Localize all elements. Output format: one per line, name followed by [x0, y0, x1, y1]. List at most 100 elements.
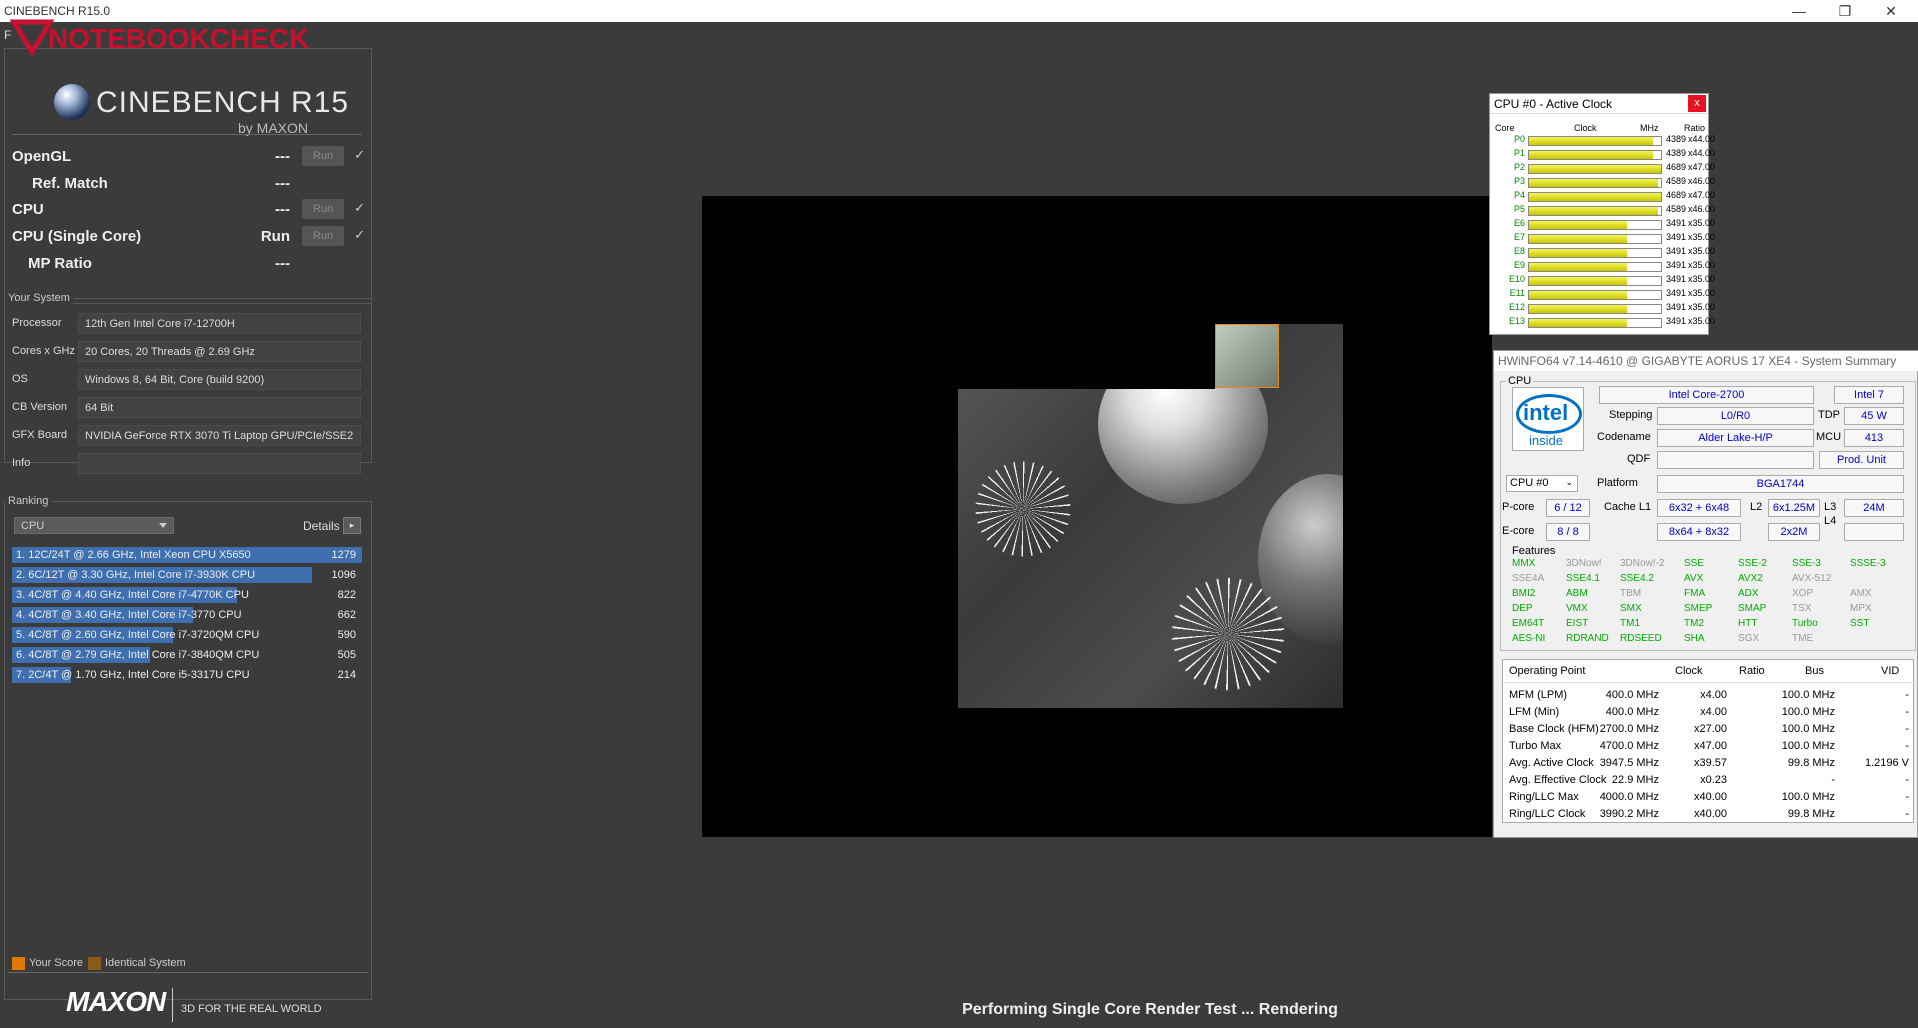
sys-value: 20 Cores, 20 Threads @ 2.69 GHz — [78, 341, 361, 362]
details-label[interactable]: Details — [303, 519, 340, 533]
feature-flag: SSE4.2 — [1620, 573, 1654, 584]
op-header-bus: Bus — [1805, 665, 1824, 677]
divider — [12, 134, 362, 135]
codename-field: Alder Lake-H/P — [1657, 429, 1814, 447]
op-bus: 100.0 MHz — [1781, 723, 1835, 735]
op-ratio: x0.23 — [1700, 774, 1727, 786]
run-cpu-single-button[interactable]: Run — [302, 226, 344, 246]
op-bus: 100.0 MHz — [1781, 791, 1835, 803]
op-clock: 3990.2 MHz — [1599, 808, 1659, 820]
clock-bar-fill — [1529, 165, 1661, 173]
stepping-field: L0/R0 — [1657, 407, 1814, 425]
ranking-label: 5. 4C/8T @ 2.60 GHz, Intel Core i7-3720Q… — [16, 629, 260, 641]
starburst — [968, 454, 1078, 564]
core-id: P5 — [1513, 204, 1525, 214]
ranking-row[interactable]: 7. 2C/4T @ 1.70 GHz, Intel Core i5-3317U… — [12, 667, 362, 684]
clock-bar-fill — [1529, 151, 1653, 159]
notebookcheck-logo: NOTEBOOKCHECK — [10, 19, 309, 57]
ranking-row[interactable]: 4. 4C/8T @ 3.40 GHz, Intel Core i7-3770 … — [12, 607, 362, 624]
sys-label: Info — [12, 457, 31, 469]
op-row: Ring/LLC Max 4000.0 MHz x40.00 100.0 MHz - — [1503, 789, 1915, 806]
test-row-cpu-single: CPU (Single Core) Run Run ✓ — [12, 226, 367, 248]
ecore-label: E-core — [1502, 525, 1535, 537]
cpu-select[interactable]: CPU #0 ⌄ — [1506, 475, 1578, 492]
minimize-button[interactable]: — — [1776, 0, 1822, 22]
test-row-opengl: OpenGL --- Run ✓ — [12, 146, 367, 168]
core-id: P2 — [1513, 162, 1525, 172]
cpu-select-value: CPU #0 — [1510, 477, 1549, 489]
tdp-field: 45 W — [1844, 407, 1904, 425]
ranking-title: Ranking — [5, 495, 52, 507]
ranking-row[interactable]: 6. 4C/8T @ 2.79 GHz, Intel Core i7-3840Q… — [12, 647, 362, 664]
maximize-button[interactable]: ❐ — [1822, 0, 1868, 22]
feature-flag: TM1 — [1620, 618, 1640, 629]
clock-bar-fill — [1529, 235, 1627, 243]
op-header-vid: VID — [1881, 665, 1900, 677]
feature-flag: AES-NI — [1512, 633, 1546, 644]
ranking-score: 1096 — [331, 569, 356, 581]
ranking-row[interactable]: 1. 12C/24T @ 2.66 GHz, Intel Xeon CPU X5… — [12, 547, 362, 564]
op-bus: 99.8 MHz — [1787, 808, 1835, 820]
op-point: Turbo Max — [1509, 740, 1562, 752]
sys-label: OS — [12, 373, 28, 385]
clock-row: E6 3491 x35.00 — [1490, 218, 1715, 232]
feature-flag: MPX — [1850, 603, 1872, 614]
clock-row: P3 4589 x46.00 — [1490, 176, 1716, 190]
intel-word: intel — [1523, 400, 1569, 425]
op-row: Base Clock (HFM) 2700.0 MHz x27.00 100.0 MH… — [1503, 721, 1915, 738]
feature-flag: SSE-3 — [1792, 558, 1821, 569]
sys-row-info: Info — [12, 453, 362, 475]
details-button[interactable]: ▸ — [343, 517, 361, 534]
ranking-row[interactable]: 3. 4C/8T @ 4.40 GHz, Intel Core i7-4770K… — [12, 587, 362, 604]
ranking-row[interactable]: 5. 4C/8T @ 2.60 GHz, Intel Core i7-3720Q… — [12, 627, 362, 644]
cpu-checkbox[interactable]: ✓ — [354, 200, 365, 216]
op-row: MFM (LPM) 400.0 MHz x4.00 100.0 MHz - — [1503, 687, 1915, 704]
core-id: E13 — [1508, 316, 1525, 326]
clock-bar — [1528, 248, 1662, 258]
core-mhz: 4389 — [1665, 148, 1686, 158]
sys-label: GFX Board — [12, 429, 68, 441]
core-mhz: 3491 — [1665, 274, 1686, 284]
col-clock: Clock — [1574, 123, 1597, 133]
sys-row-cb-version: CB Version 64 Bit — [12, 397, 362, 419]
test-row-cpu: CPU --- Run ✓ — [12, 199, 367, 221]
run-cpu-button[interactable]: Run — [302, 199, 344, 219]
op-bus: 100.0 MHz — [1781, 689, 1835, 701]
op-ratio: x47.00 — [1693, 740, 1727, 752]
ranking-select[interactable]: CPU — [14, 517, 174, 534]
clock-bar — [1528, 262, 1662, 272]
ranking-label: 4. 4C/8T @ 3.40 GHz, Intel Core i7-3770 … — [16, 609, 242, 621]
sys-label: Cores x GHz — [12, 345, 75, 357]
close-button[interactable]: x — [1688, 95, 1706, 112]
feature-flag: RDSEED — [1620, 633, 1662, 644]
clock-bar — [1528, 206, 1662, 216]
test-value: --- — [275, 175, 290, 192]
active-clock-title: CPU #0 - Active Clock — [1494, 97, 1613, 111]
feature-flag: SMAP — [1738, 603, 1767, 614]
cinebench-sphere-icon — [54, 84, 90, 120]
feature-flag: SHA — [1684, 633, 1705, 644]
core-ratio: x46.00 — [1688, 176, 1716, 186]
core-ratio: x44.00 — [1688, 134, 1716, 144]
feature-flag: Turbo — [1792, 618, 1818, 629]
feature-flag: TBM — [1620, 588, 1642, 599]
pcore-field: 6 / 12 — [1546, 499, 1590, 517]
ranking-row[interactable]: 2. 6C/12T @ 3.30 GHz, Intel Core i7-3930… — [12, 567, 362, 584]
sys-value: 12th Gen Intel Core i7-12700H — [78, 313, 361, 334]
feature-flag: FMA — [1684, 588, 1706, 599]
feature-flag: ADX — [1738, 588, 1759, 599]
feature-flag: SSE4A — [1512, 573, 1545, 584]
test-label: Ref. Match — [32, 175, 108, 192]
clock-row: P0 4389 x44.00 — [1490, 134, 1716, 148]
col-core: Core — [1495, 123, 1515, 133]
op-clock: 3947.5 MHz — [1599, 757, 1659, 769]
clock-row: P2 4689 x47.00 — [1490, 162, 1715, 176]
info-field[interactable] — [78, 453, 361, 474]
maxon-logo: MAXON — [66, 986, 166, 1017]
op-bus: 100.0 MHz — [1781, 740, 1835, 752]
opengl-checkbox[interactable]: ✓ — [354, 147, 365, 163]
cinebench-logo: CINEBENCH R15 by MAXON — [50, 64, 348, 144]
close-button[interactable]: ✕ — [1868, 0, 1914, 22]
run-opengl-button[interactable]: Run — [302, 146, 344, 166]
cpu-single-checkbox[interactable]: ✓ — [354, 227, 365, 243]
